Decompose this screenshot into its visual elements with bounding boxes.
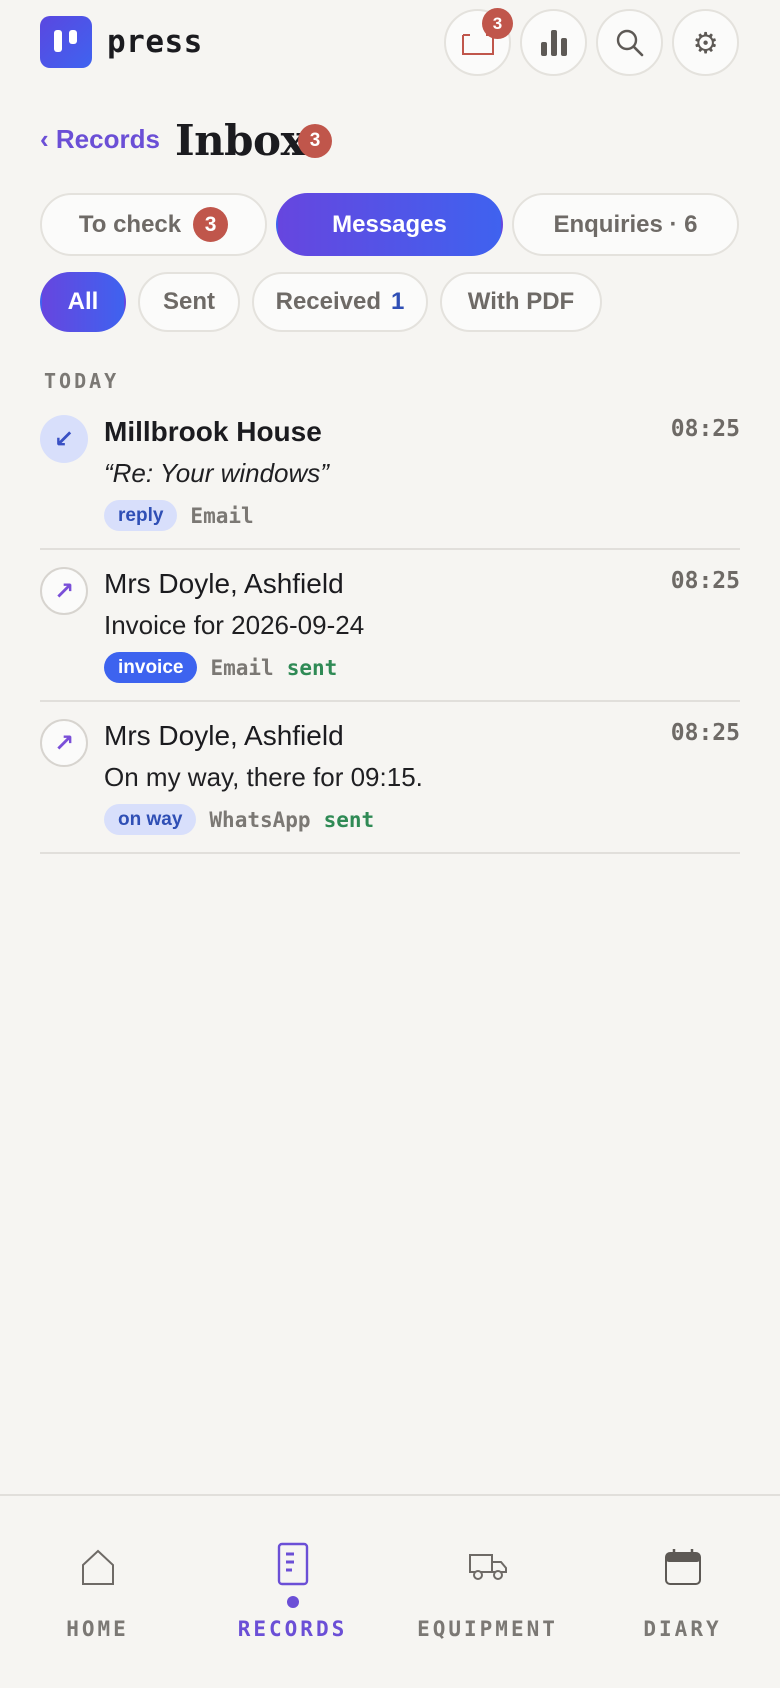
- chip-label: Received: [275, 288, 382, 315]
- message-channel: Email: [210, 655, 274, 680]
- press-logo-icon[interactable]: [40, 16, 92, 68]
- van-icon: [468, 1554, 507, 1580]
- active-indicator-dot: [286, 1596, 299, 1608]
- message-sender: Millbrook House: [104, 416, 322, 447]
- chip-label: Sent: [162, 288, 215, 315]
- message-preview: On my way, there for 09:15.: [104, 762, 423, 792]
- brand-name: press: [107, 24, 203, 60]
- nav-home[interactable]: HOME: [0, 1496, 195, 1688]
- message-recipient: Mrs Doyle, Ashfield: [104, 720, 344, 751]
- to-check-count-badge: 3: [193, 207, 229, 242]
- message-meta: on way WhatsApp sent: [104, 804, 374, 835]
- message-row[interactable]: ↗ Mrs Doyle, Ashfield 08:25 On my way, t…: [40, 702, 740, 854]
- nav-equipment[interactable]: EQUIPMENT: [390, 1496, 585, 1688]
- tab-enquiries[interactable]: Enquiries · 6: [512, 193, 739, 256]
- inbox-count-badge: 3: [482, 8, 513, 39]
- nav-label: HOME: [66, 1617, 129, 1641]
- message-time: 08:25: [670, 720, 740, 746]
- received-count: 1: [391, 288, 405, 315]
- search-icon: [616, 29, 643, 56]
- filter-all-chip[interactable]: All: [40, 272, 126, 332]
- nav-records[interactable]: RECORDS: [195, 1496, 390, 1688]
- filter-received-chip[interactable]: Received 1: [252, 272, 428, 332]
- inbox-title-badge: 3: [298, 124, 332, 158]
- message-time: 08:25: [670, 416, 740, 442]
- nav-label: RECORDS: [237, 1617, 348, 1641]
- tab-label: Messages: [332, 210, 447, 238]
- chip-label: All: [67, 288, 99, 315]
- message-channel: WhatsApp: [209, 807, 311, 832]
- message-tag: reply: [104, 500, 178, 531]
- house-icon: [81, 1549, 114, 1585]
- top-bar: press 3 ⚙: [0, 0, 780, 90]
- nav-label: DIARY: [643, 1617, 722, 1641]
- bottom-nav: HOME RECORDS EQUIPMENT DIARY: [0, 1494, 780, 1688]
- tab-label: Enquiries · 6: [553, 210, 698, 238]
- stats-button[interactable]: [520, 9, 587, 76]
- gear-icon: ⚙: [692, 25, 719, 60]
- back-to-records-link[interactable]: ‹ Records: [40, 124, 160, 155]
- section-label-today: TODAY: [44, 369, 120, 393]
- message-tag: on way: [104, 804, 197, 835]
- message-channel: Email: [190, 503, 254, 528]
- search-button[interactable]: [596, 9, 663, 76]
- outgoing-arrow-icon: ↗: [40, 567, 88, 615]
- message-status: sent: [323, 807, 375, 832]
- message-row[interactable]: ↙ Millbrook House 08:25 “Re: Your window…: [40, 398, 740, 550]
- calendar-icon: [664, 1549, 701, 1585]
- outgoing-arrow-icon: ↗: [40, 719, 88, 767]
- message-meta: invoice Email sent: [104, 652, 337, 683]
- message-row[interactable]: ↗ Mrs Doyle, Ashfield 08:25 Invoice for …: [40, 550, 740, 702]
- chip-label: With PDF: [467, 288, 575, 315]
- message-tag: invoice: [104, 652, 198, 683]
- filter-sent-chip[interactable]: Sent: [138, 272, 240, 332]
- message-recipient: Mrs Doyle, Ashfield: [104, 568, 344, 599]
- message-preview: Invoice for 2026-09-24: [104, 610, 365, 640]
- nav-diary[interactable]: DIARY: [585, 1496, 780, 1688]
- nav-label: EQUIPMENT: [417, 1617, 558, 1641]
- document-icon: [277, 1542, 308, 1586]
- incoming-arrow-icon: ↙: [40, 415, 88, 463]
- message-time: 08:25: [670, 568, 740, 594]
- tab-label: To check: [78, 210, 182, 238]
- tab-to-check[interactable]: To check 3: [40, 193, 267, 256]
- tab-messages[interactable]: Messages: [276, 193, 503, 256]
- message-preview: “Re: Your windows”: [104, 458, 329, 488]
- message-status: sent: [286, 655, 338, 680]
- bar-chart-icon: [540, 29, 567, 56]
- page-title: Inbox: [175, 116, 306, 165]
- settings-button[interactable]: ⚙: [672, 9, 739, 76]
- message-meta: reply Email: [104, 500, 254, 531]
- filter-with-pdf-chip[interactable]: With PDF: [440, 272, 602, 332]
